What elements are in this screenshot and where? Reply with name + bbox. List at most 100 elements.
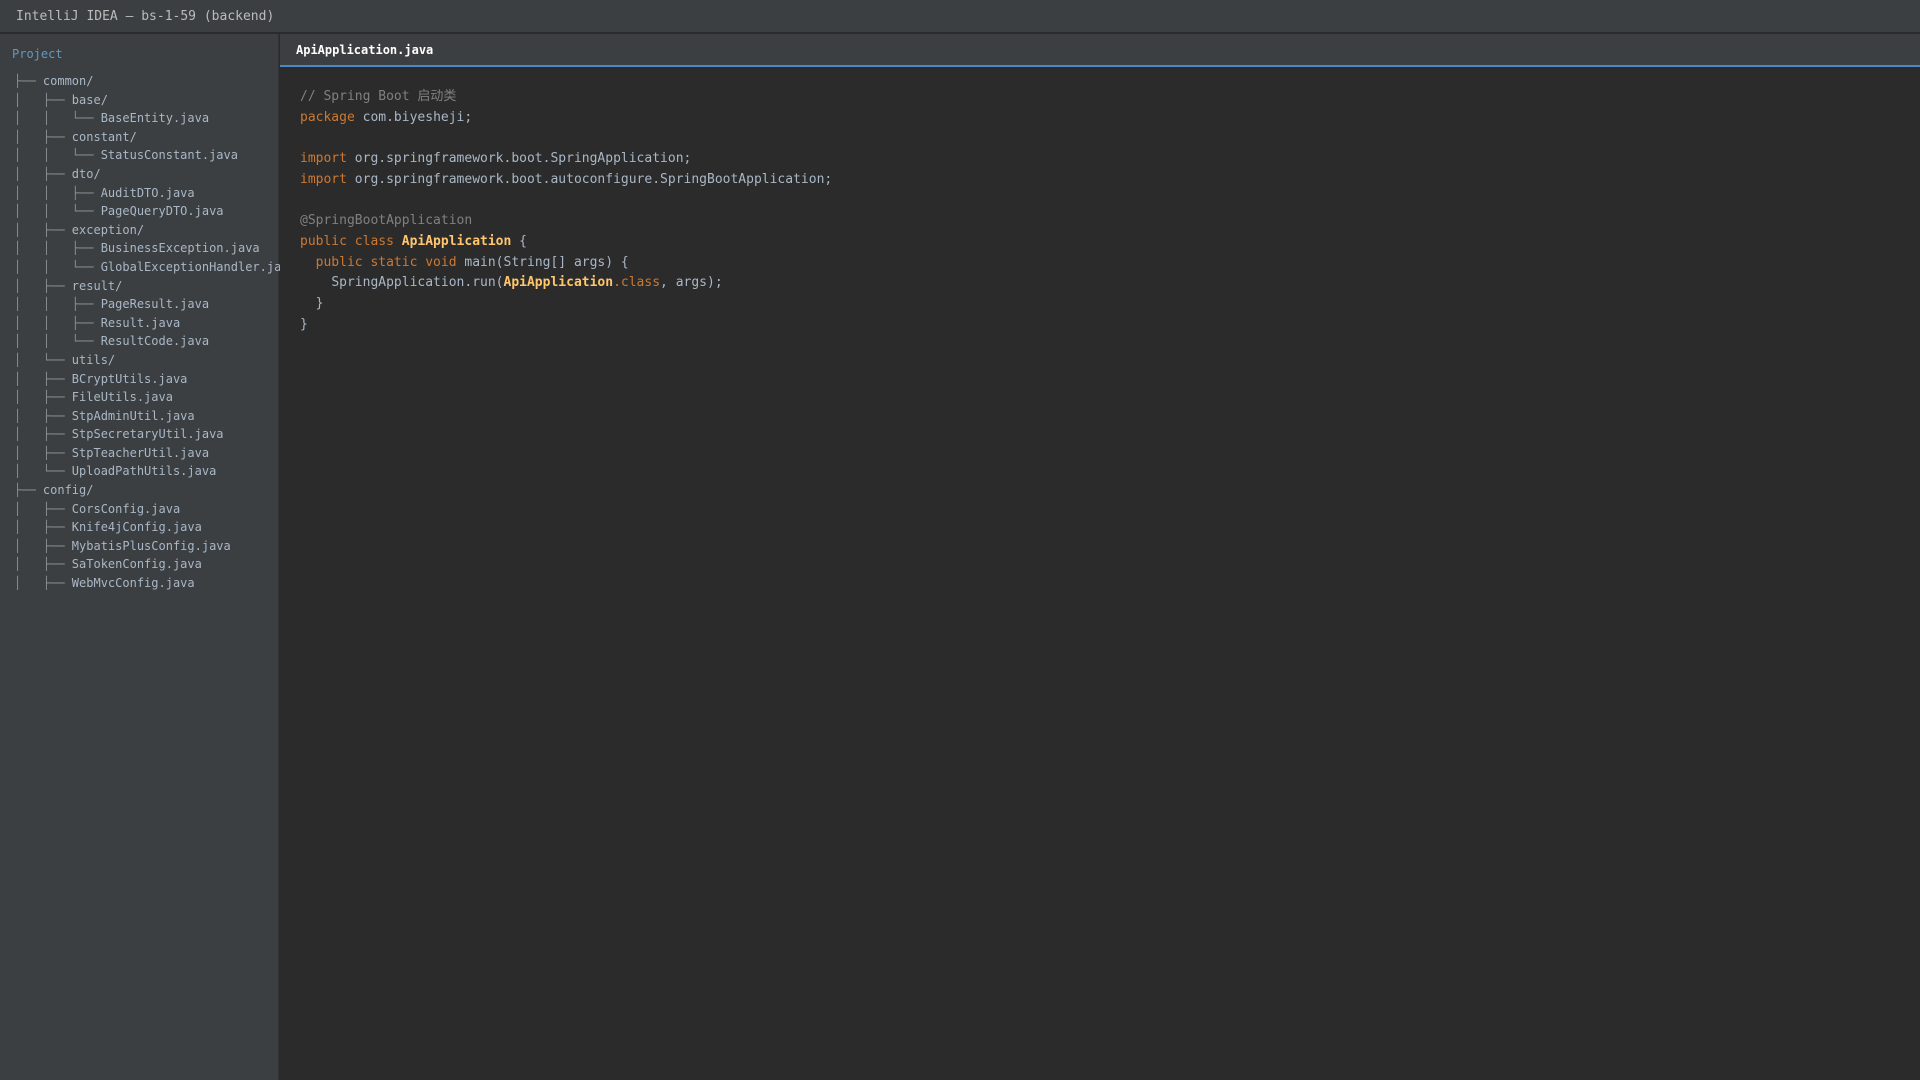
tree-item[interactable]: │ │ └── ResultCode.java xyxy=(14,332,296,351)
code-line: public static void main(String[] args) { xyxy=(300,253,832,274)
project-panel-title[interactable]: Project xyxy=(12,47,63,61)
tree-item[interactable]: │ │ └── StatusConstant.java xyxy=(14,146,296,165)
tree-item[interactable]: │ ├── StpTeacherUtil.java xyxy=(14,444,296,463)
code-text: SpringApplication.run( xyxy=(331,275,504,291)
code-keyword: public static void xyxy=(315,254,457,270)
window-title: IntelliJ IDEA — bs-1-59 (backend) xyxy=(16,9,275,24)
tree-item-label: AuditDTO.java xyxy=(100,185,195,200)
tree-branch: │ ├── xyxy=(14,445,72,460)
tree-item-label: Knife4jConfig.java xyxy=(71,520,202,535)
code-view[interactable]: // Spring Boot 启动类 package com.biyesheji… xyxy=(300,87,832,335)
code-keyword: import xyxy=(300,171,347,187)
tree-item[interactable]: │ └── utils/ xyxy=(14,351,296,370)
tree-item[interactable]: │ ├── base/ xyxy=(14,91,296,110)
code-keyword: package xyxy=(300,109,355,125)
code-comment: // Spring Boot 启动类 xyxy=(300,89,457,104)
tree-branch: │ ├── xyxy=(14,408,72,423)
tree-item-label: WebMvcConfig.java xyxy=(71,576,195,591)
editor-area: ApiApplication.java // Spring Boot 启动类 p… xyxy=(280,34,1920,1080)
code-line: import org.springframework.boot.SpringAp… xyxy=(300,149,832,170)
editor-tab-bar: ApiApplication.java xyxy=(280,34,1920,67)
tree-branch: │ │ └── xyxy=(14,334,101,349)
tree-item[interactable]: │ │ ├── AuditDTO.java xyxy=(14,184,296,203)
tree-item-label: SaTokenConfig.java xyxy=(71,557,202,572)
tree-branch: │ ├── xyxy=(14,501,72,516)
tree-item-label: dto/ xyxy=(71,166,101,181)
tree-item-label: StpAdminUtil.java xyxy=(71,408,195,423)
tree-item[interactable]: │ ├── SaTokenConfig.java xyxy=(14,555,296,574)
tree-item[interactable]: │ │ └── PageQueryDTO.java xyxy=(14,202,296,221)
tree-item[interactable]: │ ├── exception/ xyxy=(14,221,296,240)
tree-item-label: BCryptUtils.java xyxy=(71,371,188,386)
tree-branch: │ ├── xyxy=(14,538,72,553)
ide-window: IntelliJ IDEA — bs-1-59 (backend) Projec… xyxy=(0,0,1920,1080)
tree-item[interactable]: │ └── UploadPathUtils.java xyxy=(14,462,296,481)
code-keyword: import xyxy=(300,151,347,167)
tree-item-label: PageQueryDTO.java xyxy=(100,204,224,219)
tree-item[interactable]: │ ├── constant/ xyxy=(14,128,296,147)
tree-item[interactable]: │ ├── StpSecretaryUtil.java xyxy=(14,425,296,444)
tree-item[interactable]: │ ├── FileUtils.java xyxy=(14,388,296,407)
code-text: main(String[] args) { xyxy=(456,254,629,270)
tree-item-label: Result.java xyxy=(100,315,181,330)
tree-item[interactable]: │ ├── WebMvcConfig.java xyxy=(14,574,296,593)
tree-branch: ├── xyxy=(14,483,43,498)
tree-item-label: BusinessException.java xyxy=(100,241,260,256)
tree-item[interactable]: │ ├── result/ xyxy=(14,277,296,296)
tree-branch: │ └── xyxy=(14,352,72,367)
tree-branch: │ ├── xyxy=(14,557,72,572)
project-tree: ├── common/ │ ├── base/ │ │ └── BaseEnti… xyxy=(14,72,296,593)
tree-item-label: StpTeacherUtil.java xyxy=(71,445,210,460)
tree-item[interactable]: │ ├── MybatisPlusConfig.java xyxy=(14,537,296,556)
code-text: } xyxy=(300,295,324,311)
code-text: , args); xyxy=(660,275,723,291)
tree-branch: │ │ ├── xyxy=(14,315,101,330)
tree-item[interactable]: │ ├── StpAdminUtil.java xyxy=(14,407,296,426)
code-keyword: .class xyxy=(613,275,661,291)
tree-branch: │ ├── xyxy=(14,371,72,386)
tree-item[interactable]: │ │ └── GlobalExceptionHandler.java xyxy=(14,258,296,277)
tree-item-label: CorsConfig.java xyxy=(71,501,181,516)
code-line: } xyxy=(300,294,832,315)
tree-branch: │ └── xyxy=(14,464,72,479)
tree-item[interactable]: │ │ ├── Result.java xyxy=(14,314,296,333)
tree-item-label: result/ xyxy=(71,278,123,293)
code-text: org.springframework.boot.autoconfigure.S… xyxy=(346,171,833,187)
tree-item[interactable]: │ │ ├── BusinessException.java xyxy=(14,239,296,258)
tree-item-label: utils/ xyxy=(71,352,116,367)
title-bar: IntelliJ IDEA — bs-1-59 (backend) xyxy=(0,0,1920,33)
tree-item-label: UploadPathUtils.java xyxy=(71,464,217,479)
tree-branch: │ ├── xyxy=(14,520,72,535)
tree-item[interactable]: │ │ └── BaseEntity.java xyxy=(14,109,296,128)
tree-item[interactable]: │ ├── dto/ xyxy=(14,165,296,184)
tree-item-label: PageResult.java xyxy=(100,297,210,312)
tree-item-label: exception/ xyxy=(71,222,145,237)
tree-item[interactable]: ├── config/ xyxy=(14,481,296,500)
code-text: org.springframework.boot.SpringApplicati… xyxy=(346,151,692,167)
code-line: package com.biyesheji; xyxy=(300,108,832,129)
code-annotation: @SpringBootApplication xyxy=(300,213,473,229)
tab-api-application[interactable]: ApiApplication.java xyxy=(280,34,450,65)
code-text: } xyxy=(300,316,308,332)
tree-branch: │ ├── xyxy=(14,427,72,442)
tree-item[interactable]: ├── common/ xyxy=(14,72,296,91)
code-class-name: ApiApplication xyxy=(401,233,512,249)
code-line: } xyxy=(300,315,832,336)
tree-branch: │ │ └── xyxy=(14,204,101,219)
code-text: { xyxy=(511,233,527,249)
tree-item-label: base/ xyxy=(71,92,108,107)
code-keyword: public class xyxy=(300,233,394,249)
tree-item[interactable]: │ ├── Knife4jConfig.java xyxy=(14,518,296,537)
code-class-name: ApiApplication xyxy=(503,275,614,291)
code-text: com.biyesheji; xyxy=(354,109,473,125)
tree-item-label: common/ xyxy=(42,74,94,88)
tree-branch: │ ├── xyxy=(14,576,72,591)
tree-branch: │ │ └── xyxy=(14,148,101,163)
tree-item[interactable]: │ │ ├── PageResult.java xyxy=(14,295,296,314)
tree-item[interactable]: │ ├── CorsConfig.java xyxy=(14,500,296,519)
tree-branch: │ │ ├── xyxy=(14,297,101,312)
tree-item[interactable]: │ ├── BCryptUtils.java xyxy=(14,370,296,389)
